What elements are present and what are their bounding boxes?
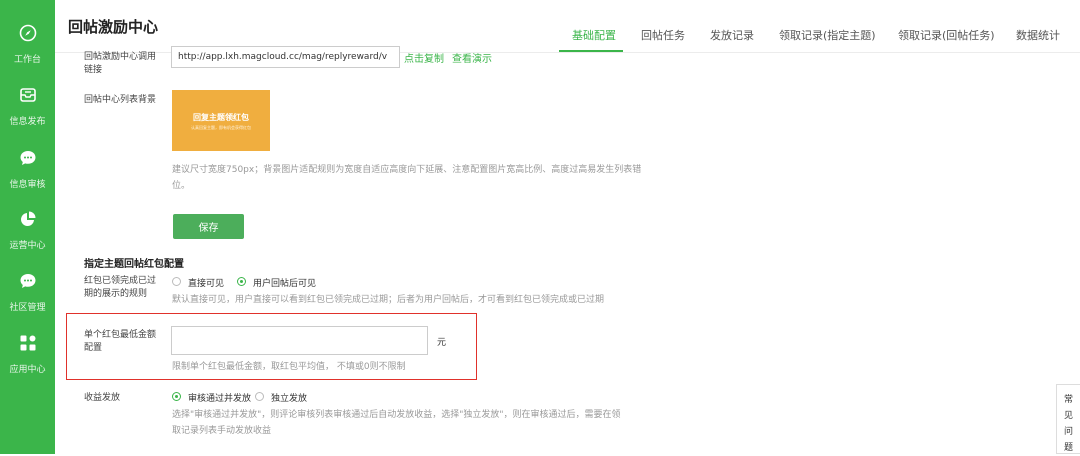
- demo-link[interactable]: 查看演示: [452, 50, 492, 65]
- min-amount-label: 单个红包最低金额配置: [84, 330, 157, 353]
- radio-label: 用户回帖后可见: [253, 279, 317, 289]
- link-label: 回帖激励中心调用链接: [84, 52, 157, 75]
- faq-button[interactable]: 常见问题: [1056, 384, 1080, 454]
- sidebar-item-community[interactable]: 社区管理: [0, 272, 55, 330]
- tab-basic-config[interactable]: 基础配置: [572, 27, 616, 43]
- min-amount-hint: 限制单个红包最低金额，取红包平均值， 不填或0则不限制: [172, 362, 406, 372]
- sidebar-item-label: 工作台: [13, 55, 41, 65]
- tab-claim-records-topic[interactable]: 领取记录(指定主题): [779, 27, 876, 43]
- display-rule-hint: 默认直接可见，用户直接可以看到红包已领完成已过期；后者为用户回帖后，才可看到红包…: [172, 295, 605, 305]
- section-title: 指定主题回帖红包配置: [84, 259, 184, 270]
- save-button[interactable]: 保存: [173, 214, 244, 239]
- background-label: 回帖中心列表背景: [84, 95, 157, 105]
- sidebar-item-operations[interactable]: 运营中心: [0, 210, 55, 268]
- banner-title: 回复主题领红包: [193, 113, 249, 122]
- tab-claim-records-task[interactable]: 领取记录(回帖任务): [898, 27, 995, 43]
- sidebar-item-apps[interactable]: 应用中心: [0, 334, 55, 392]
- sidebar-item-review[interactable]: 信息审核: [0, 149, 55, 207]
- payout-label: 收益发放: [84, 393, 121, 403]
- sidebar-item-label: 信息审核: [9, 180, 46, 190]
- radio-circle-checked: [172, 392, 181, 401]
- page-title: 回帖激励中心: [68, 18, 159, 36]
- tab-bar: 基础配置 回帖任务 发放记录 领取记录(指定主题) 领取记录(回帖任务) 数据统…: [560, 0, 1080, 52]
- copy-link[interactable]: 点击复制: [404, 50, 444, 65]
- faq-label: 常见问题: [1064, 395, 1074, 453]
- chat-bubble-icon: [20, 151, 35, 165]
- sidebar-item-publish[interactable]: 信息发布: [0, 86, 55, 144]
- community-bubble-icon: [20, 274, 35, 288]
- sidebar-item-label: 运营中心: [9, 241, 46, 251]
- radio-label: 审核通过并发放: [188, 394, 252, 404]
- pie-chart-icon: [20, 211, 35, 226]
- compass-icon: [19, 24, 36, 42]
- sidebar-item-label: 信息发布: [9, 117, 46, 127]
- banner-subtitle: 认真回复主题，即有机会获得红包: [191, 125, 251, 130]
- background-image[interactable]: 回复主题领红包 认真回复主题，即有机会获得红包: [172, 90, 270, 151]
- display-rule-label: 红包已领完成已过期的展示的规则: [84, 276, 157, 299]
- radio-circle: [255, 392, 264, 401]
- radio-label: 直接可见: [188, 279, 225, 289]
- background-hint: 建议尺寸宽度750px；背景图片适配规则为宽度自适应高度向下延展、注意配置图片宽…: [172, 165, 642, 191]
- grid-apps-icon: [20, 335, 35, 351]
- min-amount-field[interactable]: [171, 326, 428, 355]
- tab-statistics[interactable]: 数据统计: [1016, 27, 1060, 43]
- link-url-field[interactable]: [171, 46, 400, 68]
- radio-circle: [172, 277, 181, 286]
- unit-label: 元: [437, 338, 447, 348]
- radio-label: 独立发放: [271, 394, 308, 404]
- radio-circle-checked: [237, 277, 246, 286]
- publish-icon: [19, 88, 36, 102]
- payout-hint: 选择"审核通过并发放"，则评论审核列表审核通过后自动发放收益，选择"独立发放"，…: [172, 410, 621, 436]
- sidebar-item-label: 社区管理: [9, 303, 46, 313]
- sidebar: 工作台 信息发布 信息审核 运营中心 社区管理 应用中心: [0, 0, 55, 454]
- sidebar-item-workbench[interactable]: 工作台: [0, 24, 55, 82]
- tab-payout-records[interactable]: 发放记录: [710, 27, 754, 43]
- tab-reply-tasks[interactable]: 回帖任务: [641, 27, 685, 43]
- sidebar-item-label: 应用中心: [9, 365, 46, 375]
